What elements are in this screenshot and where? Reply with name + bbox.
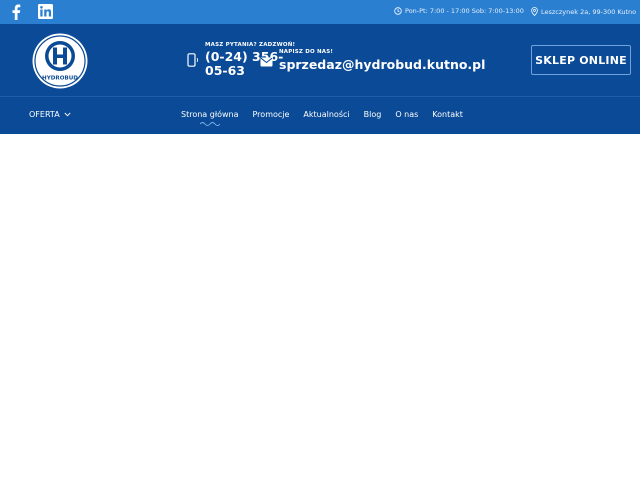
address: Leszczynek 2a, 99-300 Kutno (531, 7, 636, 16)
email-link[interactable]: sprzedaz@hydrobud.kutno.pl (279, 57, 485, 72)
phone-icon (187, 53, 199, 67)
header: HYDROBUD MASZ PYTANIA? ZADZWOŃ! (0-24) 3… (0, 24, 640, 96)
nav-item-blog[interactable]: Blog (364, 110, 382, 119)
nav-item-contact[interactable]: Kontakt (432, 110, 463, 119)
location-pin-icon (531, 7, 538, 16)
nav-item-promotions[interactable]: Promocje (253, 110, 290, 119)
nav-item-news[interactable]: Aktualności (303, 110, 349, 119)
offer-menu[interactable]: OFERTA (29, 110, 71, 119)
phone-number-link[interactable]: (0-24) 356-05-63 (205, 50, 285, 78)
linkedin-link[interactable] (38, 4, 53, 23)
logo-wordmark: HYDROBUD (42, 76, 78, 82)
nav-menu: Strona główna Promocje Aktualności Blog … (181, 110, 463, 126)
clock-icon (394, 7, 402, 15)
address-text: Leszczynek 2a, 99-300 Kutno (541, 7, 637, 16)
nav-item-about[interactable]: O nas (395, 110, 418, 119)
nav-item-home[interactable]: Strona główna (181, 110, 239, 126)
opening-hours: Pon-Pt: 7:00 - 17:00 Sob: 7:00-13:00 (394, 7, 524, 15)
facebook-link[interactable] (10, 4, 22, 24)
opening-hours-text: Pon-Pt: 7:00 - 17:00 Sob: 7:00-13:00 (405, 7, 524, 15)
offer-menu-label: OFERTA (29, 110, 60, 119)
mail-icon (260, 57, 273, 67)
facebook-icon (12, 4, 21, 20)
active-wave-indicator-icon (200, 122, 220, 126)
online-shop-button[interactable]: SKLEP ONLINE (531, 45, 631, 75)
hydrobud-logo[interactable]: HYDROBUD (31, 32, 89, 90)
top-bar: Pon-Pt: 7:00 - 17:00 Sob: 7:00-13:00 Les… (0, 0, 640, 24)
page-content-area (0, 134, 640, 480)
phone-label: MASZ PYTANIA? ZADZWOŃ! (205, 42, 296, 48)
email-label: NAPISZ DO NAS! (279, 49, 334, 55)
chevron-down-icon (64, 112, 71, 117)
linkedin-icon (38, 4, 53, 19)
nav-item-home-label: Strona główna (181, 110, 239, 119)
hydrobud-logo-image: HYDROBUD (32, 33, 88, 89)
main-navigation: OFERTA Strona główna Promocje Aktualnośc… (0, 96, 640, 134)
